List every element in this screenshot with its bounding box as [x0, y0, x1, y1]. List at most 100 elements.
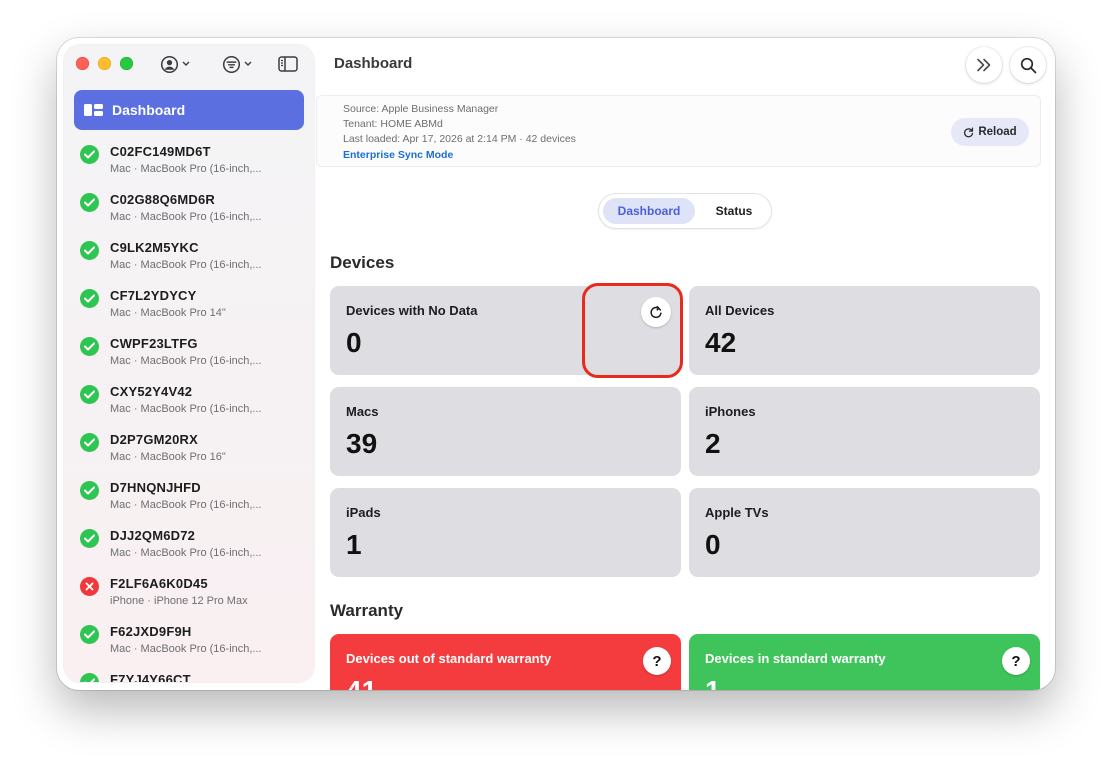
card-value: 0 [705, 529, 721, 560]
device-serial: CXY52Y4V42 [110, 384, 193, 399]
refresh-icon [650, 305, 662, 319]
chevron-down-icon [244, 61, 252, 66]
card-value: 1 [705, 675, 721, 690]
devices-section-title: Devices [330, 253, 395, 272]
device-model: Mac · MacBook Pro (16-inch,... [110, 163, 262, 175]
out-of-warranty-card[interactable]: Devices out of standard warranty 41 ? [330, 634, 681, 690]
tab-dashboard[interactable]: Dashboard [603, 198, 695, 224]
apple-tvs-card[interactable]: Apple TVs 0 [689, 488, 1040, 577]
help-button[interactable]: ? [643, 647, 671, 675]
sidebar-toggle-icon [278, 56, 298, 72]
checkmark-icon [80, 241, 99, 260]
search-button[interactable] [1010, 47, 1046, 83]
device-serial: D7HNQNJHFD [110, 480, 201, 495]
close-window-button[interactable] [76, 57, 89, 70]
zoom-window-button[interactable] [120, 57, 133, 70]
sidebar-item-dashboard[interactable]: Dashboard [74, 90, 304, 130]
card-value: 0 [346, 327, 362, 358]
checkmark-icon [80, 481, 99, 500]
devices-no-data-card[interactable]: Devices with No Data 0 [330, 286, 681, 375]
list-item[interactable]: C02G88Q6MD6R Mac · MacBook Pro (16-inch,… [64, 185, 314, 233]
device-model: Mac · MacBook Pro (16-inch,... [110, 403, 262, 415]
account-icon [160, 55, 179, 73]
device-model: Mac · MacBook Pro 14" [110, 307, 226, 319]
device-serial: F62JXD9F9H [110, 624, 192, 639]
tab-status[interactable]: Status [699, 198, 769, 224]
list-item[interactable]: F7YJ4Y66CT [64, 665, 314, 682]
list-item[interactable]: D7HNQNJHFD Mac · MacBook Pro (16-inch,..… [64, 473, 314, 521]
device-model: iPhone · iPhone 12 Pro Max [110, 595, 248, 607]
source-info-card: Source: Apple Business Manager Tenant: H… [316, 95, 1041, 167]
list-item[interactable]: D2P7GM20RX Mac · MacBook Pro 16" [64, 425, 314, 473]
card-value: 2 [705, 428, 721, 459]
checkmark-icon [80, 433, 99, 452]
tenant-text: Tenant: HOME ABMd [343, 118, 443, 130]
list-item[interactable]: CF7L2YDYCY Mac · MacBook Pro 14" [64, 281, 314, 329]
filter-menu-button[interactable] [222, 53, 252, 75]
card-label: Apple TVs [705, 505, 769, 520]
card-label: Macs [346, 404, 379, 419]
card-label: All Devices [705, 303, 775, 318]
checkmark-icon [80, 673, 99, 682]
account-menu-button[interactable] [160, 53, 190, 75]
iphones-card[interactable]: iPhones 2 [689, 387, 1040, 476]
list-item[interactable]: F2LF6A6K0D45 iPhone · iPhone 12 Pro Max [64, 569, 314, 617]
app-window: Dashboard C02FC149MD6T Mac · MacBook Pro… [57, 38, 1055, 690]
page-title: Dashboard [334, 55, 413, 72]
checkmark-icon [80, 337, 99, 356]
device-serial: CF7L2YDYCY [110, 288, 197, 303]
card-label: iPads [346, 505, 381, 520]
sidebar: Dashboard C02FC149MD6T Mac · MacBook Pro… [64, 45, 314, 682]
minimize-window-button[interactable] [98, 57, 111, 70]
card-value: 42 [705, 327, 737, 358]
device-serial: F7YJ4Y66CT [110, 672, 191, 682]
dashboard-icon [84, 104, 103, 116]
expand-toolbar-button[interactable] [966, 47, 1002, 83]
in-warranty-card[interactable]: Devices in standard warranty 1 ? [689, 634, 1040, 690]
card-label: iPhones [705, 404, 756, 419]
sidebar-item-label: Dashboard [112, 102, 186, 118]
error-x-icon [80, 577, 99, 596]
main-content: Dashboard Source: Apple Business Manager… [316, 38, 1055, 690]
ipads-card[interactable]: iPads 1 [330, 488, 681, 577]
reload-button[interactable]: Reload [951, 118, 1029, 146]
device-model: Mac · MacBook Pro (16-inch,... [110, 547, 262, 559]
sync-mode-link[interactable]: Enterprise Sync Mode [343, 149, 453, 161]
device-model: Mac · MacBook Pro (16-inch,... [110, 499, 262, 511]
list-item[interactable]: CXY52Y4V42 Mac · MacBook Pro (16-inch,..… [64, 377, 314, 425]
device-model: Mac · MacBook Pro (16-inch,... [110, 643, 262, 655]
help-button[interactable]: ? [1002, 647, 1030, 675]
checkmark-icon [80, 529, 99, 548]
warranty-section-title: Warranty [330, 601, 404, 620]
card-label: Devices out of standard warranty [346, 651, 552, 666]
list-item[interactable]: C02FC149MD6T Mac · MacBook Pro (16-inch,… [64, 137, 314, 185]
macs-card[interactable]: Macs 39 [330, 387, 681, 476]
device-list: C02FC149MD6T Mac · MacBook Pro (16-inch,… [64, 137, 314, 682]
card-value: 41 [346, 675, 377, 690]
filter-icon [222, 55, 241, 73]
device-serial: C9LK2M5YKC [110, 240, 199, 255]
toggle-sidebar-button[interactable] [278, 53, 298, 75]
card-value: 1 [346, 529, 362, 560]
refresh-button[interactable] [641, 297, 671, 327]
card-label: Devices with No Data [346, 303, 478, 318]
device-model: Mac · MacBook Pro (16-inch,... [110, 259, 262, 271]
device-model: Mac · MacBook Pro (16-inch,... [110, 211, 262, 223]
checkmark-icon [80, 385, 99, 404]
list-item[interactable]: C9LK2M5YKC Mac · MacBook Pro (16-inch,..… [64, 233, 314, 281]
all-devices-card[interactable]: All Devices 42 [689, 286, 1040, 375]
device-model: Mac · MacBook Pro (16-inch,... [110, 355, 262, 367]
view-segmented-control: Dashboard Status [598, 193, 772, 229]
last-loaded-text: Last loaded: Apr 17, 2026 at 2:14 PM · 4… [343, 133, 576, 145]
source-text: Source: Apple Business Manager [343, 103, 499, 115]
checkmark-icon [80, 289, 99, 308]
list-item[interactable]: F62JXD9F9H Mac · MacBook Pro (16-inch,..… [64, 617, 314, 665]
device-serial: F2LF6A6K0D45 [110, 576, 208, 591]
reload-icon [964, 127, 974, 137]
list-item[interactable]: DJJ2QM6D72 Mac · MacBook Pro (16-inch,..… [64, 521, 314, 569]
device-serial: CWPF23LTFG [110, 336, 198, 351]
device-serial: C02G88Q6MD6R [110, 192, 215, 207]
double-chevron-right-icon [977, 58, 991, 72]
card-label: Devices in standard warranty [705, 651, 886, 666]
list-item[interactable]: CWPF23LTFG Mac · MacBook Pro (16-inch,..… [64, 329, 314, 377]
